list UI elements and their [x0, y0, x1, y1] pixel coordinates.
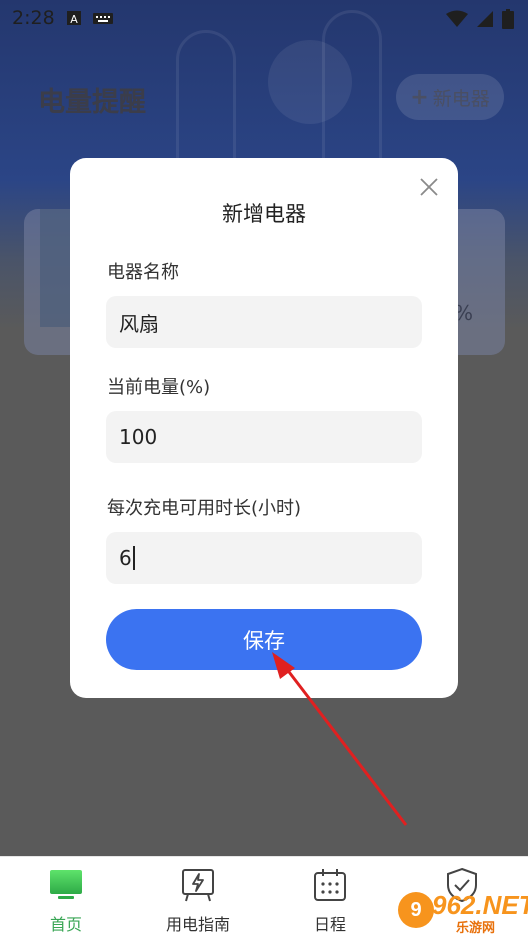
- notification-a-icon: A: [67, 11, 81, 26]
- watermark-subtitle: 乐游网: [456, 921, 496, 936]
- nav-label-home: 首页: [49, 915, 82, 934]
- appliance-name-value: 风扇: [119, 311, 159, 336]
- monitor-icon: [50, 870, 82, 899]
- save-button[interactable]: 保存: [106, 609, 422, 670]
- wifi-icon: [446, 10, 468, 27]
- nav-item-power-guide[interactable]: 用电指南: [132, 857, 264, 940]
- add-appliance-label: 新电器: [432, 87, 490, 110]
- signal-icon: [477, 11, 493, 27]
- appliance-name-label: 电器名称: [107, 262, 179, 283]
- battery-icon: [502, 9, 514, 29]
- nav-label-schedule: 日程: [313, 915, 346, 934]
- power-board-icon: [182, 869, 214, 902]
- close-icon[interactable]: [416, 174, 442, 200]
- nav-item-schedule[interactable]: 日程: [264, 857, 396, 940]
- decorative-circle: [268, 40, 352, 124]
- current-battery-value: 100: [119, 425, 158, 449]
- nav-item-home[interactable]: 首页: [0, 857, 132, 940]
- calendar-icon: [314, 869, 346, 901]
- dialog-title: 新增电器: [222, 202, 306, 226]
- status-time: 2:28: [12, 7, 55, 29]
- watermark: 9 962.NET 乐游网: [392, 888, 528, 936]
- nav-label-power-guide: 用电指南: [165, 915, 230, 934]
- status-bar: 2:28 A: [0, 0, 528, 36]
- keyboard-icon: [93, 13, 113, 24]
- watermark-logo: 9: [398, 892, 434, 928]
- charge-duration-input[interactable]: 6: [106, 532, 422, 584]
- text-caret: [132, 546, 135, 570]
- current-battery-input[interactable]: 100: [106, 411, 422, 463]
- plus-icon: +: [410, 84, 429, 110]
- add-appliance-button[interactable]: + 新电器: [396, 74, 504, 120]
- add-appliance-dialog: 新增电器 电器名称 风扇 当前电量(%) 100 每次充电可用时长(小时) 6 …: [70, 158, 458, 698]
- svg-text:A: A: [70, 13, 78, 26]
- page-title: 电量提醒: [38, 87, 146, 118]
- appliance-name-input[interactable]: 风扇: [106, 296, 422, 348]
- charge-duration-label: 每次充电可用时长(小时): [107, 498, 302, 519]
- current-battery-label: 当前电量(%): [107, 377, 211, 398]
- charge-duration-value: 6: [119, 546, 132, 570]
